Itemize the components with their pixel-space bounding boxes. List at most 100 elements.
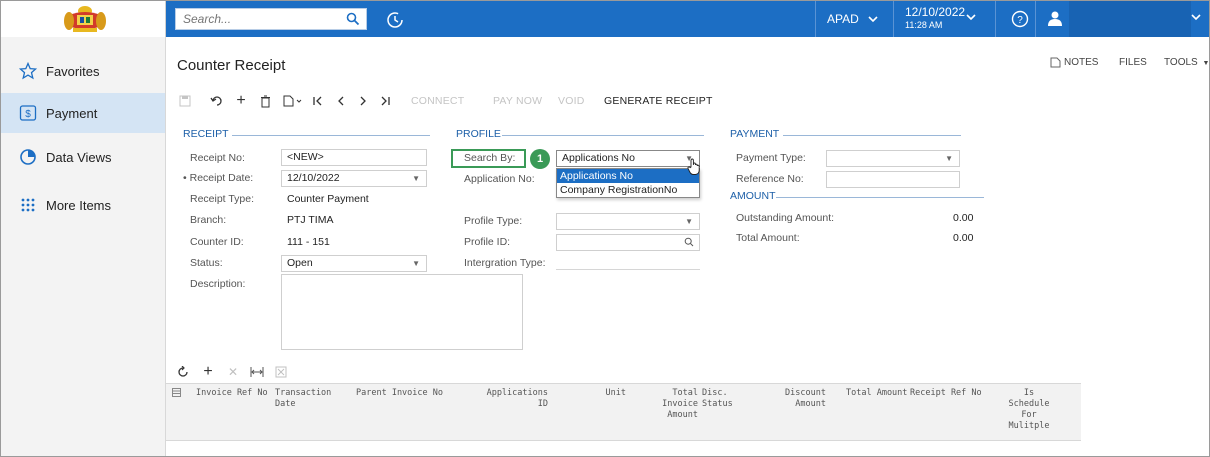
help-icon[interactable]: ? xyxy=(1011,10,1029,28)
column-header-parent-invoice-no[interactable]: Parent Invoice No xyxy=(356,388,443,399)
column-header-applications-id[interactable]: Applications ID xyxy=(482,388,548,410)
coat-of-arms-logo xyxy=(64,6,106,32)
chevron-down-icon[interactable] xyxy=(1191,12,1201,24)
total-amount-value: 0.00 xyxy=(953,232,974,244)
notes-icon xyxy=(1050,57,1061,68)
profile-type-select[interactable]: ▼ xyxy=(556,213,700,230)
column-header-total-invoice-amount[interactable]: Total Invoice Amount xyxy=(634,388,698,421)
receipt-date-label: • Receipt Date: xyxy=(183,172,253,184)
date-text: 12/10/2022 xyxy=(905,5,966,19)
next-record-icon[interactable] xyxy=(357,93,369,109)
notes-button[interactable]: NOTES xyxy=(1050,57,1098,68)
column-header-discount-amount[interactable]: Discount Amount xyxy=(778,388,826,410)
logo-area[interactable] xyxy=(1,1,166,37)
add-row-icon[interactable]: + xyxy=(201,363,215,380)
description-textarea[interactable] xyxy=(281,274,523,350)
user-menu[interactable] xyxy=(1069,1,1191,37)
fit-columns-icon[interactable] xyxy=(250,364,264,380)
branch-value: PTJ TIMA xyxy=(281,212,427,229)
row-selector-icon[interactable] xyxy=(172,388,181,401)
status-field[interactable]: Open ▼ xyxy=(281,255,427,272)
column-header-is-schedule-for-multiple[interactable]: Is Schedule For Mulitple xyxy=(1001,388,1057,432)
tools-label: TOOLS xyxy=(1164,57,1198,68)
user-icon[interactable] xyxy=(1047,10,1063,28)
header-line: Amount xyxy=(667,410,698,420)
header-line: Total Invoice xyxy=(662,388,698,409)
history-icon[interactable] xyxy=(385,10,405,30)
application-no-label: Application No: xyxy=(464,173,535,185)
divider xyxy=(893,1,894,37)
connect-button[interactable]: CONNECT xyxy=(411,93,464,109)
search-by-select[interactable]: Applications No ▼ xyxy=(556,150,700,167)
save-icon[interactable] xyxy=(178,93,192,109)
refresh-icon[interactable] xyxy=(177,364,189,380)
sidebar-item-label: More Items xyxy=(46,197,112,213)
top-bar: APAD 12/10/2022 11:28 AM ? xyxy=(1,1,1209,37)
time-text: 11:28 AM xyxy=(905,20,943,30)
column-header-disc-status[interactable]: Disc. Status xyxy=(702,388,733,410)
reference-no-label: Reference No: xyxy=(736,173,804,185)
grid-dots-icon xyxy=(19,196,37,214)
dropdown-option[interactable]: Company RegistrationNo xyxy=(557,183,699,197)
section-divider xyxy=(232,135,430,136)
profile-type-label: Profile Type: xyxy=(464,215,523,227)
caret-down-icon[interactable]: ▼ xyxy=(412,256,420,271)
first-record-icon[interactable] xyxy=(312,93,324,109)
delete-row-icon[interactable]: ✕ xyxy=(227,364,239,380)
search-by-label: Search By: xyxy=(464,152,516,164)
tools-button[interactable]: TOOLS ▼ xyxy=(1164,57,1209,68)
sidebar-item-payment[interactable]: $ Payment xyxy=(1,93,165,133)
receipt-no-value: <NEW> xyxy=(287,151,324,163)
copy-paste-icon[interactable] xyxy=(283,93,305,109)
chevron-down-icon[interactable] xyxy=(966,12,976,24)
export-excel-icon[interactable] xyxy=(274,364,288,380)
undo-icon[interactable] xyxy=(210,93,224,109)
column-header-receipt-ref-no[interactable]: Receipt Ref No xyxy=(910,388,982,399)
reference-no-field[interactable] xyxy=(826,171,960,188)
sidebar-item-label: Payment xyxy=(46,105,98,121)
header-line: Transaction xyxy=(275,388,332,398)
search-box[interactable] xyxy=(175,8,367,30)
dropdown-option[interactable]: Applications No xyxy=(557,169,699,183)
sidebar-item-data-views[interactable]: Data Views xyxy=(1,137,165,177)
search-by-dropdown-list: Applications No Company RegistrationNo xyxy=(556,168,700,198)
receipt-no-field[interactable]: <NEW> xyxy=(281,149,427,166)
sidebar-item-favorites[interactable]: Favorites xyxy=(1,51,165,91)
status-label: Status: xyxy=(190,257,223,269)
business-date[interactable]: 12/10/2022 11:28 AM xyxy=(905,5,965,31)
total-amount-label: Total Amount: xyxy=(736,232,800,244)
sidebar: Favorites $ Payment Data Views More Item… xyxy=(1,37,166,456)
section-divider xyxy=(502,135,704,136)
void-button[interactable]: VOID xyxy=(558,93,584,109)
column-header-unit[interactable]: Unit xyxy=(592,388,626,399)
required-marker: • xyxy=(183,172,187,184)
delete-icon[interactable] xyxy=(259,93,271,109)
receipt-date-field[interactable]: 12/10/2022 ▼ xyxy=(281,170,427,187)
add-icon[interactable]: + xyxy=(234,92,248,109)
pay-now-button[interactable]: PAY NOW xyxy=(493,93,542,109)
generate-receipt-button[interactable]: GENERATE RECEIPT xyxy=(604,93,713,109)
company-label: APAD xyxy=(827,12,859,26)
receipt-section-header: RECEIPT xyxy=(183,128,229,140)
files-button[interactable]: FILES xyxy=(1119,57,1147,68)
grid-header: Invoice Ref No Transaction Date Parent I… xyxy=(166,383,1081,441)
last-record-icon[interactable] xyxy=(379,93,391,109)
search-input[interactable] xyxy=(176,9,336,29)
previous-record-icon[interactable] xyxy=(335,93,347,109)
grid-toolbar: + ✕ xyxy=(166,361,466,383)
sidebar-item-more-items[interactable]: More Items xyxy=(1,185,165,225)
search-icon[interactable] xyxy=(346,12,360,29)
profile-id-label: Profile ID: xyxy=(464,236,511,248)
payment-type-select[interactable]: ▼ xyxy=(826,150,960,167)
column-header-total-amount[interactable]: Total Amount xyxy=(846,388,907,399)
company-selector[interactable]: APAD xyxy=(827,12,878,26)
column-header-transaction-date[interactable]: Transaction Date xyxy=(275,388,331,410)
caret-down-icon[interactable]: ▼ xyxy=(945,151,953,166)
integration-type-field xyxy=(556,269,700,270)
caret-down-icon[interactable]: ▼ xyxy=(412,171,420,186)
caret-down-icon[interactable]: ▼ xyxy=(685,214,693,229)
header-line: Status xyxy=(702,399,733,409)
column-header-invoice-ref-no[interactable]: Invoice Ref No xyxy=(196,388,268,399)
profile-id-field[interactable] xyxy=(556,234,700,251)
search-icon[interactable] xyxy=(684,237,694,252)
